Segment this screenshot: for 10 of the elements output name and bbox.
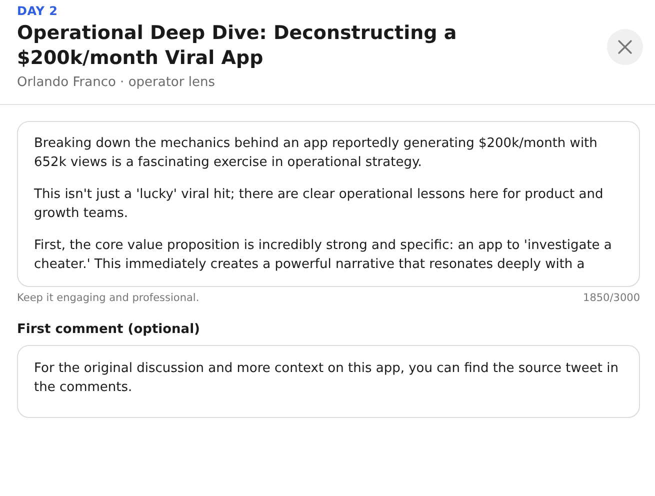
- post-text-field[interactable]: Breaking down the mechanics behind an app reportedly generating $200k/month with 652k views is a fascinating exercise in operational strategy. This isn't just a 'lucky' viral hit; there are clear operational lessons here for product and growth teams. First, the core value proposition is incredibly strong and specific: an app to 'investigate a cheater.' This immediately creates a powerful narrative that resonates deeply with a: [17, 121, 640, 287]
- comment-field[interactable]: For the original discussion and more context on this app, you can find the source tweet in the comments.: [17, 345, 640, 418]
- character-counter: 1850/3000: [583, 292, 640, 304]
- author-byline: Orlando Franco · operator lens: [17, 75, 216, 90]
- day-label: DAY 2: [17, 4, 59, 18]
- field-label: First comment (optional): [17, 322, 201, 337]
- close-icon: [618, 40, 632, 54]
- hint-text: Keep it engaging and professional.: [17, 292, 200, 304]
- close-button[interactable]: [607, 29, 643, 65]
- post-title: Operational Deep Dive: Deconstructing a $200k/month Viral App: [17, 21, 458, 71]
